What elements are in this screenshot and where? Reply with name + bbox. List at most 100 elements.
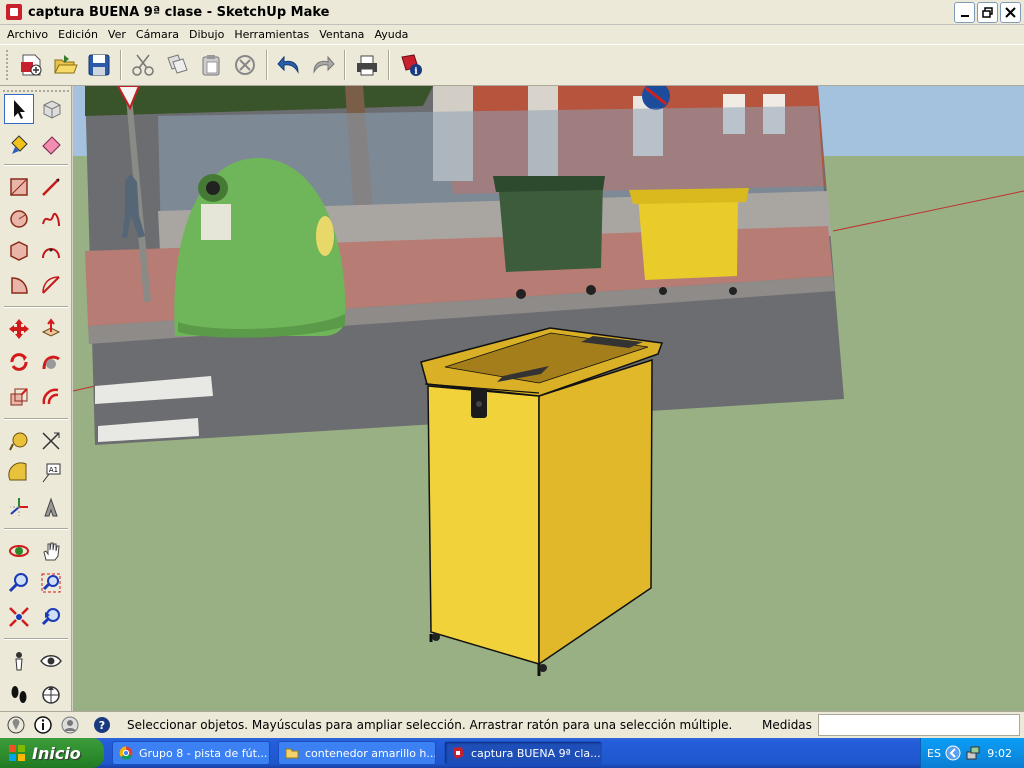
redo-button[interactable] xyxy=(307,49,339,81)
scene xyxy=(73,86,1024,711)
select-icon xyxy=(14,100,25,119)
make-component-tool[interactable] xyxy=(36,94,66,124)
protractor-tool[interactable] xyxy=(4,458,34,488)
rotate-tool[interactable] xyxy=(4,347,34,377)
arc-2pt-tool[interactable] xyxy=(36,270,66,300)
save-button[interactable] xyxy=(83,49,115,81)
select-tool[interactable] xyxy=(4,94,34,124)
circle-tool[interactable] xyxy=(4,204,34,234)
erase-button[interactable] xyxy=(229,49,261,81)
move-icon xyxy=(9,319,29,339)
offset-icon xyxy=(42,388,59,405)
paste-button[interactable] xyxy=(195,49,227,81)
open-button[interactable] xyxy=(49,49,81,81)
dimension-icon xyxy=(42,432,60,450)
restore-button[interactable] xyxy=(977,2,998,23)
network-icon[interactable] xyxy=(965,745,981,761)
svg-text:i: i xyxy=(414,67,418,77)
model-info-button[interactable]: i xyxy=(395,49,427,81)
text-icon: A1 xyxy=(42,463,61,483)
3d-text-tool[interactable] xyxy=(36,492,66,522)
user-icon xyxy=(61,716,79,734)
taskbar-item-chrome[interactable]: Grupo 8 - pista de fút... xyxy=(112,741,270,765)
menu-dibujo[interactable]: Dibujo xyxy=(184,28,229,41)
menu-edicion[interactable]: Edición xyxy=(53,28,103,41)
make-component-icon xyxy=(43,100,61,119)
palette-separator xyxy=(4,418,68,420)
position-camera-icon xyxy=(15,652,23,671)
offset-tool[interactable] xyxy=(36,382,66,412)
walk-tool[interactable] xyxy=(4,680,34,710)
text-tool[interactable]: A1 xyxy=(36,458,66,488)
dimension-tool[interactable] xyxy=(36,426,66,456)
3d-viewport[interactable] xyxy=(73,86,1024,711)
paint-bucket-tool[interactable] xyxy=(4,129,34,159)
palette-grip[interactable] xyxy=(3,90,69,93)
print-icon xyxy=(357,55,377,76)
user-sign-in-button[interactable] xyxy=(59,714,81,736)
scale-tool[interactable] xyxy=(4,382,34,412)
walk-icon xyxy=(11,686,27,703)
follow-me-icon xyxy=(42,355,60,370)
protractor-icon xyxy=(8,462,27,481)
menu-camara[interactable]: Cámara xyxy=(131,28,184,41)
rectangle-icon xyxy=(10,178,28,196)
scale-icon xyxy=(10,388,28,406)
minimize-button[interactable] xyxy=(954,2,975,23)
axes-tool[interactable] xyxy=(4,492,34,522)
look-around-tool[interactable] xyxy=(36,646,66,676)
position-camera-tool[interactable] xyxy=(4,646,34,676)
taskbar-item-sketchup[interactable]: captura BUENA 9ª cla... xyxy=(444,741,602,765)
section-plane-tool[interactable] xyxy=(36,680,66,710)
line-tool[interactable] xyxy=(36,172,66,202)
cut-button[interactable] xyxy=(127,49,159,81)
move-tool[interactable] xyxy=(4,314,34,344)
menu-ventana[interactable]: Ventana xyxy=(314,28,369,41)
taskbar-item-label: captura BUENA 9ª cla... xyxy=(471,746,601,760)
clock[interactable]: 9:02 xyxy=(987,747,1012,760)
help-button[interactable]: ? xyxy=(91,714,113,736)
folder-icon xyxy=(285,748,299,759)
geo-location-button[interactable] xyxy=(5,714,27,736)
arc-tool[interactable] xyxy=(36,236,66,266)
sketchup-icon xyxy=(453,747,464,759)
menu-herramientas[interactable]: Herramientas xyxy=(229,28,314,41)
polygon-tool[interactable] xyxy=(4,236,34,266)
measurements-input[interactable] xyxy=(818,714,1020,736)
menu-ayuda[interactable]: Ayuda xyxy=(369,28,413,41)
menu-archivo[interactable]: Archivo xyxy=(2,28,53,41)
credits-button[interactable] xyxy=(32,714,54,736)
follow-me-tool[interactable] xyxy=(36,347,66,377)
menu-ver[interactable]: Ver xyxy=(103,28,131,41)
push-pull-tool[interactable] xyxy=(36,314,66,344)
zoom-icon xyxy=(8,573,28,593)
pie-icon xyxy=(11,277,28,294)
freehand-tool[interactable] xyxy=(36,204,66,234)
language-indicator[interactable]: ES xyxy=(927,747,941,760)
erase-icon xyxy=(235,55,255,75)
close-button[interactable] xyxy=(1000,2,1021,23)
toolbar-separator xyxy=(388,50,390,80)
copy-button[interactable] xyxy=(161,49,193,81)
zoom-extents-tool[interactable] xyxy=(4,602,34,632)
taskbar-item-folder[interactable]: contenedor amarillo h... xyxy=(278,741,436,765)
tape-measure-tool[interactable] xyxy=(4,426,34,456)
title-bar: captura BUENA 9ª clase - SketchUp Make xyxy=(0,0,1024,25)
zoom-tool[interactable] xyxy=(4,568,34,598)
new-button[interactable] xyxy=(15,49,47,81)
rectangle-tool[interactable] xyxy=(4,172,34,202)
eraser-tool[interactable] xyxy=(36,129,66,159)
tray-arrow-icon[interactable] xyxy=(945,745,961,761)
toolbar-separator xyxy=(120,50,122,80)
line-icon xyxy=(42,178,60,196)
menu-bar: Archivo Edición Ver Cámara Dibujo Herram… xyxy=(0,25,1024,44)
undo-button[interactable] xyxy=(273,49,305,81)
orbit-tool[interactable] xyxy=(4,536,34,566)
print-button[interactable] xyxy=(351,49,383,81)
previous-view-tool[interactable] xyxy=(36,602,66,632)
start-button[interactable]: Inicio xyxy=(0,738,104,768)
zoom-window-tool[interactable] xyxy=(36,568,66,598)
pan-tool[interactable] xyxy=(36,536,66,566)
toolbar-grip[interactable] xyxy=(6,50,9,80)
pie-tool[interactable] xyxy=(4,270,34,300)
